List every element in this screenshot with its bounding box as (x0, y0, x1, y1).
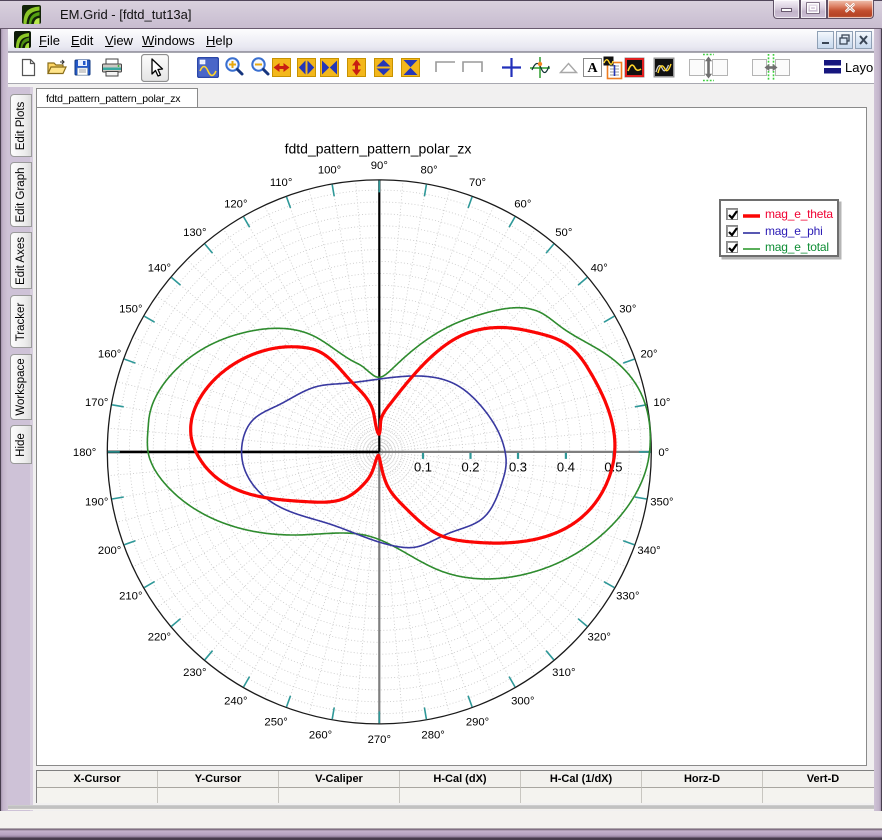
svg-text:140°: 140° (148, 262, 171, 274)
svg-text:350°: 350° (650, 497, 673, 509)
svg-text:330°: 330° (616, 590, 639, 602)
svg-text:0.3: 0.3 (509, 459, 527, 474)
svg-text:50°: 50° (555, 227, 572, 239)
svg-text:100°: 100° (318, 164, 341, 176)
svg-text:310°: 310° (552, 667, 575, 679)
svg-text:230°: 230° (183, 667, 206, 679)
svg-text:0.2: 0.2 (461, 459, 479, 474)
svg-text:180°: 180° (73, 447, 96, 459)
svg-text:240°: 240° (224, 695, 247, 707)
svg-text:40°: 40° (591, 262, 608, 274)
svg-text:130°: 130° (183, 227, 206, 239)
svg-text:30°: 30° (619, 303, 636, 315)
svg-text:250°: 250° (264, 717, 287, 729)
svg-text:260°: 260° (309, 730, 332, 742)
svg-text:120°: 120° (224, 198, 247, 210)
svg-text:70°: 70° (469, 177, 486, 189)
svg-text:90°: 90° (371, 160, 388, 172)
svg-text:20°: 20° (640, 349, 657, 361)
svg-text:280°: 280° (421, 730, 444, 742)
svg-text:150°: 150° (119, 303, 142, 315)
svg-text:220°: 220° (148, 631, 171, 643)
svg-text:110°: 110° (270, 177, 293, 189)
svg-text:340°: 340° (637, 545, 660, 557)
svg-text:160°: 160° (98, 349, 121, 361)
svg-text:190°: 190° (85, 497, 108, 509)
svg-text:60°: 60° (514, 198, 531, 210)
svg-text:320°: 320° (588, 631, 611, 643)
svg-text:fdtd_pattern_pattern_polar_zx: fdtd_pattern_pattern_polar_zx (285, 141, 472, 157)
svg-text:270°: 270° (368, 734, 391, 746)
svg-text:290°: 290° (466, 717, 489, 729)
svg-text:0.1: 0.1 (414, 459, 432, 474)
svg-text:80°: 80° (421, 164, 438, 176)
svg-text:300°: 300° (511, 695, 534, 707)
svg-text:0°: 0° (658, 447, 669, 459)
svg-text:200°: 200° (98, 545, 121, 557)
svg-text:170°: 170° (85, 397, 108, 409)
svg-text:0.4: 0.4 (557, 459, 575, 474)
svg-text:10°: 10° (653, 397, 670, 409)
svg-text:210°: 210° (119, 590, 142, 602)
svg-text:A: A (587, 61, 598, 76)
